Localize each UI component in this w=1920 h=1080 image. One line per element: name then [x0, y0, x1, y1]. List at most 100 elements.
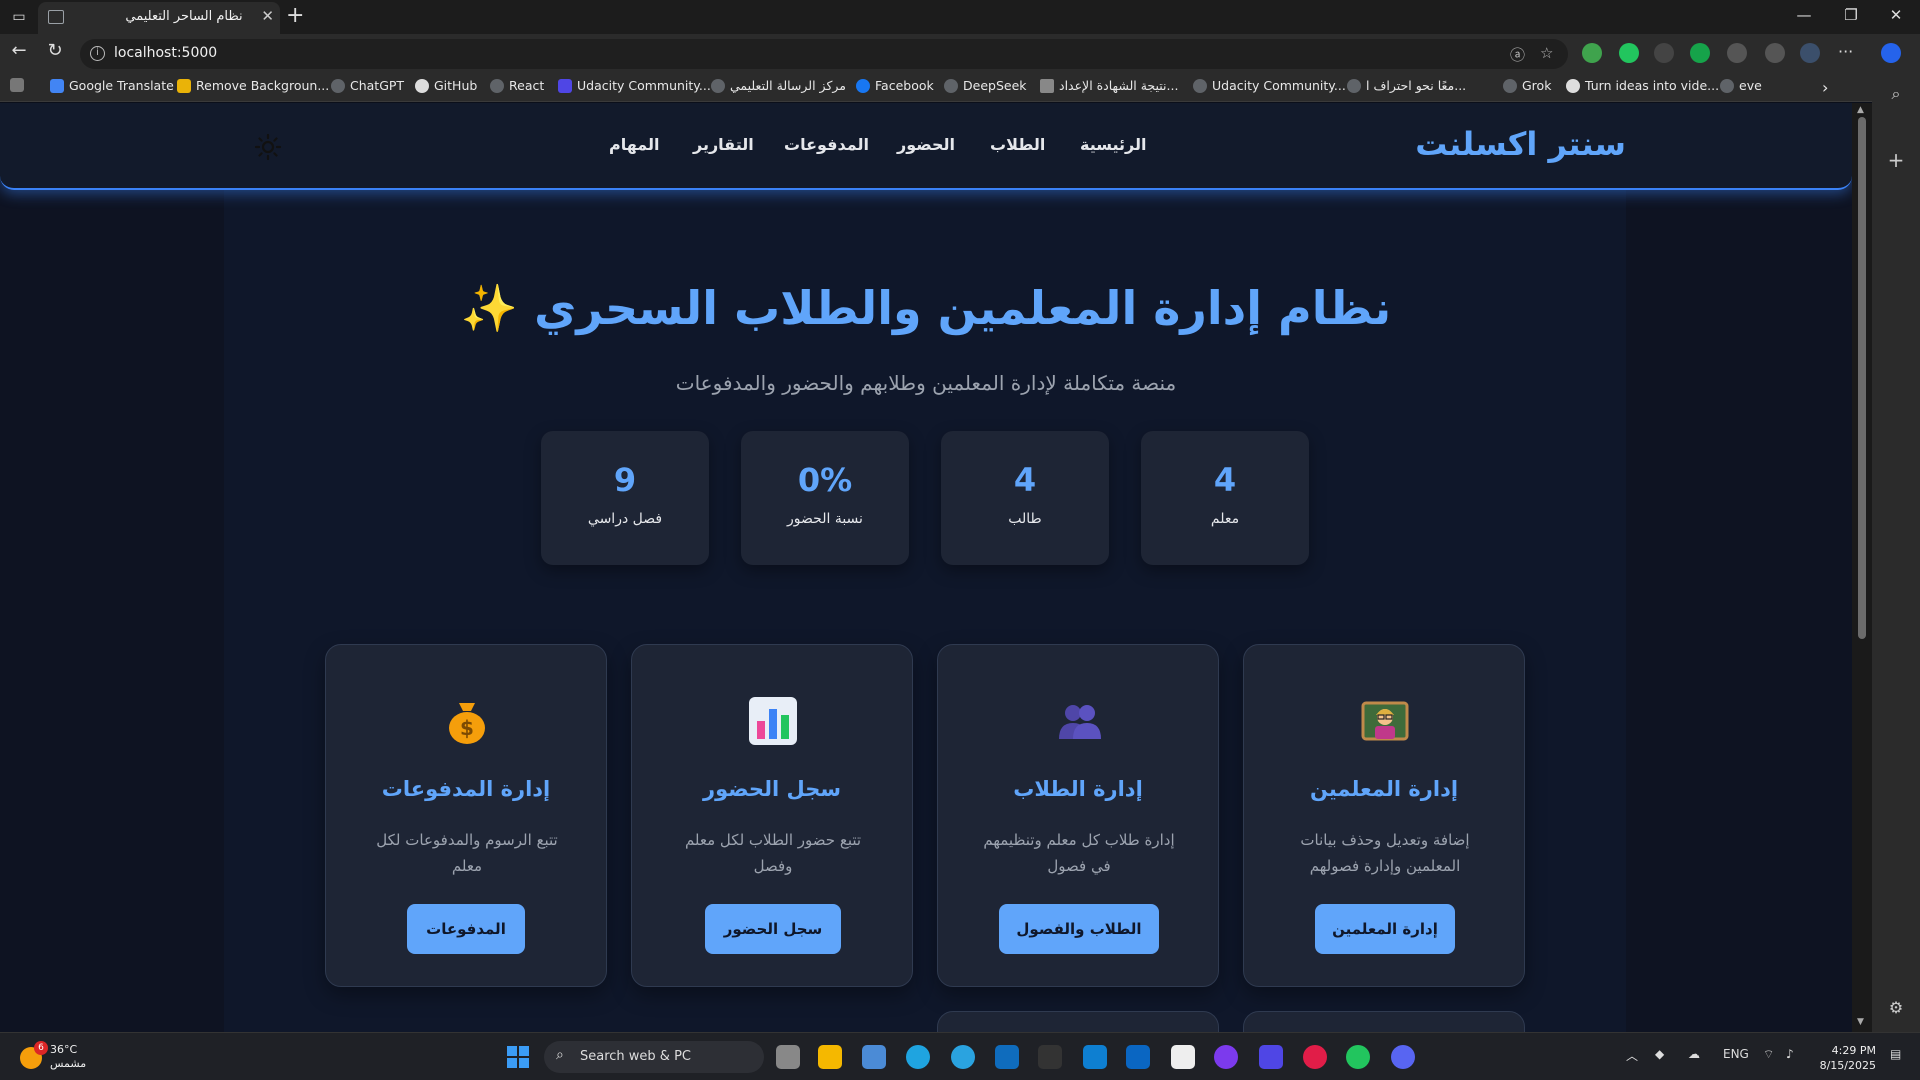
- read-aloud-icon[interactable]: ⓐ: [1510, 44, 1525, 65]
- nav-link-reports[interactable]: التقارير: [693, 135, 754, 154]
- tray-onedrive-icon[interactable]: ☁: [1688, 1047, 1700, 1061]
- favorite-star-icon[interactable]: ☆: [1540, 44, 1553, 62]
- scrollbar-thumb[interactable]: [1858, 117, 1866, 639]
- bookmark-item[interactable]: Remove Backgroun...: [177, 78, 329, 93]
- payments-button[interactable]: المدفوعات: [407, 904, 525, 954]
- site-info-icon[interactable]: i: [90, 46, 105, 61]
- clock[interactable]: 4:29 PM 8/15/2025: [1820, 1043, 1876, 1073]
- card-title: إدارة الطلاب: [1013, 777, 1143, 801]
- stat-label: طالب: [1008, 511, 1042, 527]
- nav-link-students[interactable]: الطلاب: [990, 135, 1045, 154]
- minimize-icon[interactable]: —: [1789, 6, 1819, 24]
- volume-icon[interactable]: ♪: [1786, 1047, 1794, 1061]
- bookmark-item[interactable]: Udacity Community...: [1193, 78, 1346, 93]
- bookmark-item[interactable]: React: [490, 78, 544, 93]
- close-window-icon[interactable]: ✕: [1881, 6, 1911, 24]
- bookmark-item[interactable]: Turn ideas into vide...: [1566, 78, 1719, 93]
- tray-security-icon[interactable]: ◆: [1655, 1047, 1664, 1061]
- profile-avatar[interactable]: [1800, 43, 1820, 63]
- page-scrollbar[interactable]: ▲ ▼: [1852, 103, 1872, 1032]
- opera-icon[interactable]: [1303, 1045, 1327, 1069]
- microsoft-store-icon[interactable]: [862, 1045, 886, 1069]
- github-desktop-icon[interactable]: [1214, 1045, 1238, 1069]
- bookmark-item[interactable]: Facebook: [856, 78, 934, 93]
- scroll-up-icon[interactable]: ▲: [1857, 105, 1864, 115]
- taskbar-search-input[interactable]: ⌕ Search web & PC: [544, 1041, 764, 1073]
- feature-card-attendance: سجل الحضور تتبع حضور الطلاب لكل معلم وفص…: [631, 644, 913, 987]
- restore-icon[interactable]: ❐: [1836, 6, 1866, 24]
- card-description: إضافة وتعديل وحذف بيانات المعلمين وإدارة…: [1300, 831, 1470, 875]
- vscode-icon[interactable]: [1083, 1045, 1107, 1069]
- windows-start-icon[interactable]: [506, 1045, 530, 1069]
- add-icon[interactable]: +: [1884, 148, 1908, 172]
- scroll-down-icon[interactable]: ▼: [1857, 1017, 1864, 1027]
- url-text: localhost:5000: [114, 45, 218, 61]
- feature-card-partial: [1243, 1011, 1525, 1032]
- theme-toggle-sun-icon[interactable]: [254, 133, 282, 161]
- card-description: تتبع الرسوم والمدفوعات لكل معلم: [376, 831, 558, 875]
- terminal-app-icon[interactable]: [1038, 1045, 1062, 1069]
- tray-chevron-up-icon[interactable]: ︿: [1626, 1047, 1638, 1064]
- favorites-icon[interactable]: [1765, 43, 1785, 63]
- settings-gear-icon[interactable]: ⚙: [1884, 998, 1908, 1017]
- more-menu-icon[interactable]: ···: [1838, 42, 1853, 61]
- brand-logo-text[interactable]: سنتر اكسلنت: [1415, 125, 1626, 163]
- bookmark-item[interactable]: DeepSeek: [944, 78, 1027, 93]
- grammarly-icon[interactable]: [1690, 43, 1710, 63]
- edge-browser-icon[interactable]: [906, 1045, 930, 1069]
- bookmark-item[interactable]: Udacity Community...: [558, 78, 711, 93]
- nav-link-home[interactable]: الرئيسية: [1080, 135, 1147, 154]
- udacity-icon[interactable]: [1259, 1045, 1283, 1069]
- copilot-icon[interactable]: [1881, 43, 1901, 63]
- browser-tab[interactable]: نظام الساحر التعليمي ✕: [38, 2, 280, 34]
- feature-card-payments: $ إدارة المدفوعات تتبع الرسوم والمدفوعات…: [325, 644, 607, 987]
- page-subtitle: منصة متكاملة لإدارة المعلمين وطلابهم وال…: [675, 371, 1177, 395]
- linkedin-icon[interactable]: [1126, 1045, 1150, 1069]
- bookmark-item[interactable]: Grok: [1503, 78, 1551, 93]
- task-view-icon[interactable]: [776, 1045, 800, 1069]
- bookmark-item[interactable]: نتيجة الشهادة الإعداد...: [1040, 78, 1178, 93]
- telegram-icon[interactable]: [951, 1045, 975, 1069]
- tab-close-icon[interactable]: ✕: [261, 7, 274, 25]
- extension-icon[interactable]: [1582, 43, 1602, 63]
- outlook-icon[interactable]: [995, 1045, 1019, 1069]
- whatsapp-icon[interactable]: [1346, 1045, 1370, 1069]
- extension-icon[interactable]: [1619, 43, 1639, 63]
- extension-icon[interactable]: [1654, 43, 1674, 63]
- stat-label: معلم: [1210, 511, 1240, 527]
- bookmarks-more-chevron-icon[interactable]: ›: [1822, 78, 1828, 97]
- bookmark-item[interactable]: GitHub: [415, 78, 477, 93]
- input-language[interactable]: ENG: [1723, 1047, 1749, 1061]
- page-title: نظام إدارة المعلمين والطلاب السحري ✨: [460, 281, 1392, 335]
- nav-link-attendance[interactable]: الحضور: [897, 135, 955, 154]
- wifi-icon[interactable]: ⌔: [1763, 1047, 1774, 1062]
- students-classes-button[interactable]: الطلاب والفصول: [999, 904, 1159, 954]
- card-description: إدارة طلاب كل معلم وتنظيمهم في فصول: [983, 831, 1175, 875]
- browser-title-bar: ▭ نظام الساحر التعليمي ✕ + — ❐ ✕: [0, 0, 1920, 34]
- bookmark-item[interactable]: معًا نحو احتراف ا...: [1347, 78, 1466, 93]
- bookmark-item[interactable]: ChatGPT: [331, 78, 404, 93]
- svg-text:$: $: [460, 716, 474, 740]
- attendance-log-button[interactable]: سجل الحضور: [705, 904, 841, 954]
- sidebar-toggle-icon[interactable]: ▭: [8, 6, 30, 28]
- stat-value: 9: [613, 461, 637, 499]
- nav-link-payments[interactable]: المدفوعات: [784, 135, 869, 154]
- extensions-puzzle-icon[interactable]: [1727, 43, 1747, 63]
- nav-link-tasks[interactable]: المهام: [609, 135, 660, 154]
- bookmark-item[interactable]: مركز الرسالة التعليمي: [711, 78, 846, 93]
- notion-icon[interactable]: [1171, 1045, 1195, 1069]
- windows-taskbar: 6 36°C مشمس ⌕ Search web & PC ︿ ◆ ☁ ENG …: [0, 1032, 1920, 1080]
- back-icon[interactable]: ←: [6, 40, 32, 61]
- notifications-icon[interactable]: ▤: [1890, 1047, 1901, 1061]
- new-tab-button[interactable]: +: [286, 3, 304, 28]
- bookmarks-menu-icon[interactable]: [10, 78, 24, 92]
- refresh-icon[interactable]: ↻: [42, 40, 68, 61]
- bookmark-item[interactable]: eve: [1720, 78, 1762, 93]
- bookmark-item[interactable]: Google Translate: [50, 78, 174, 93]
- discord-icon[interactable]: [1391, 1045, 1415, 1069]
- file-explorer-icon[interactable]: [818, 1045, 842, 1069]
- url-field[interactable]: i localhost:5000 ⓐ ☆: [80, 39, 1568, 69]
- weather-widget[interactable]: 6 36°C مشمس: [20, 1041, 86, 1071]
- search-icon[interactable]: ⌕: [1884, 84, 1908, 104]
- manage-teachers-button[interactable]: إدارة المعلمين: [1315, 904, 1455, 954]
